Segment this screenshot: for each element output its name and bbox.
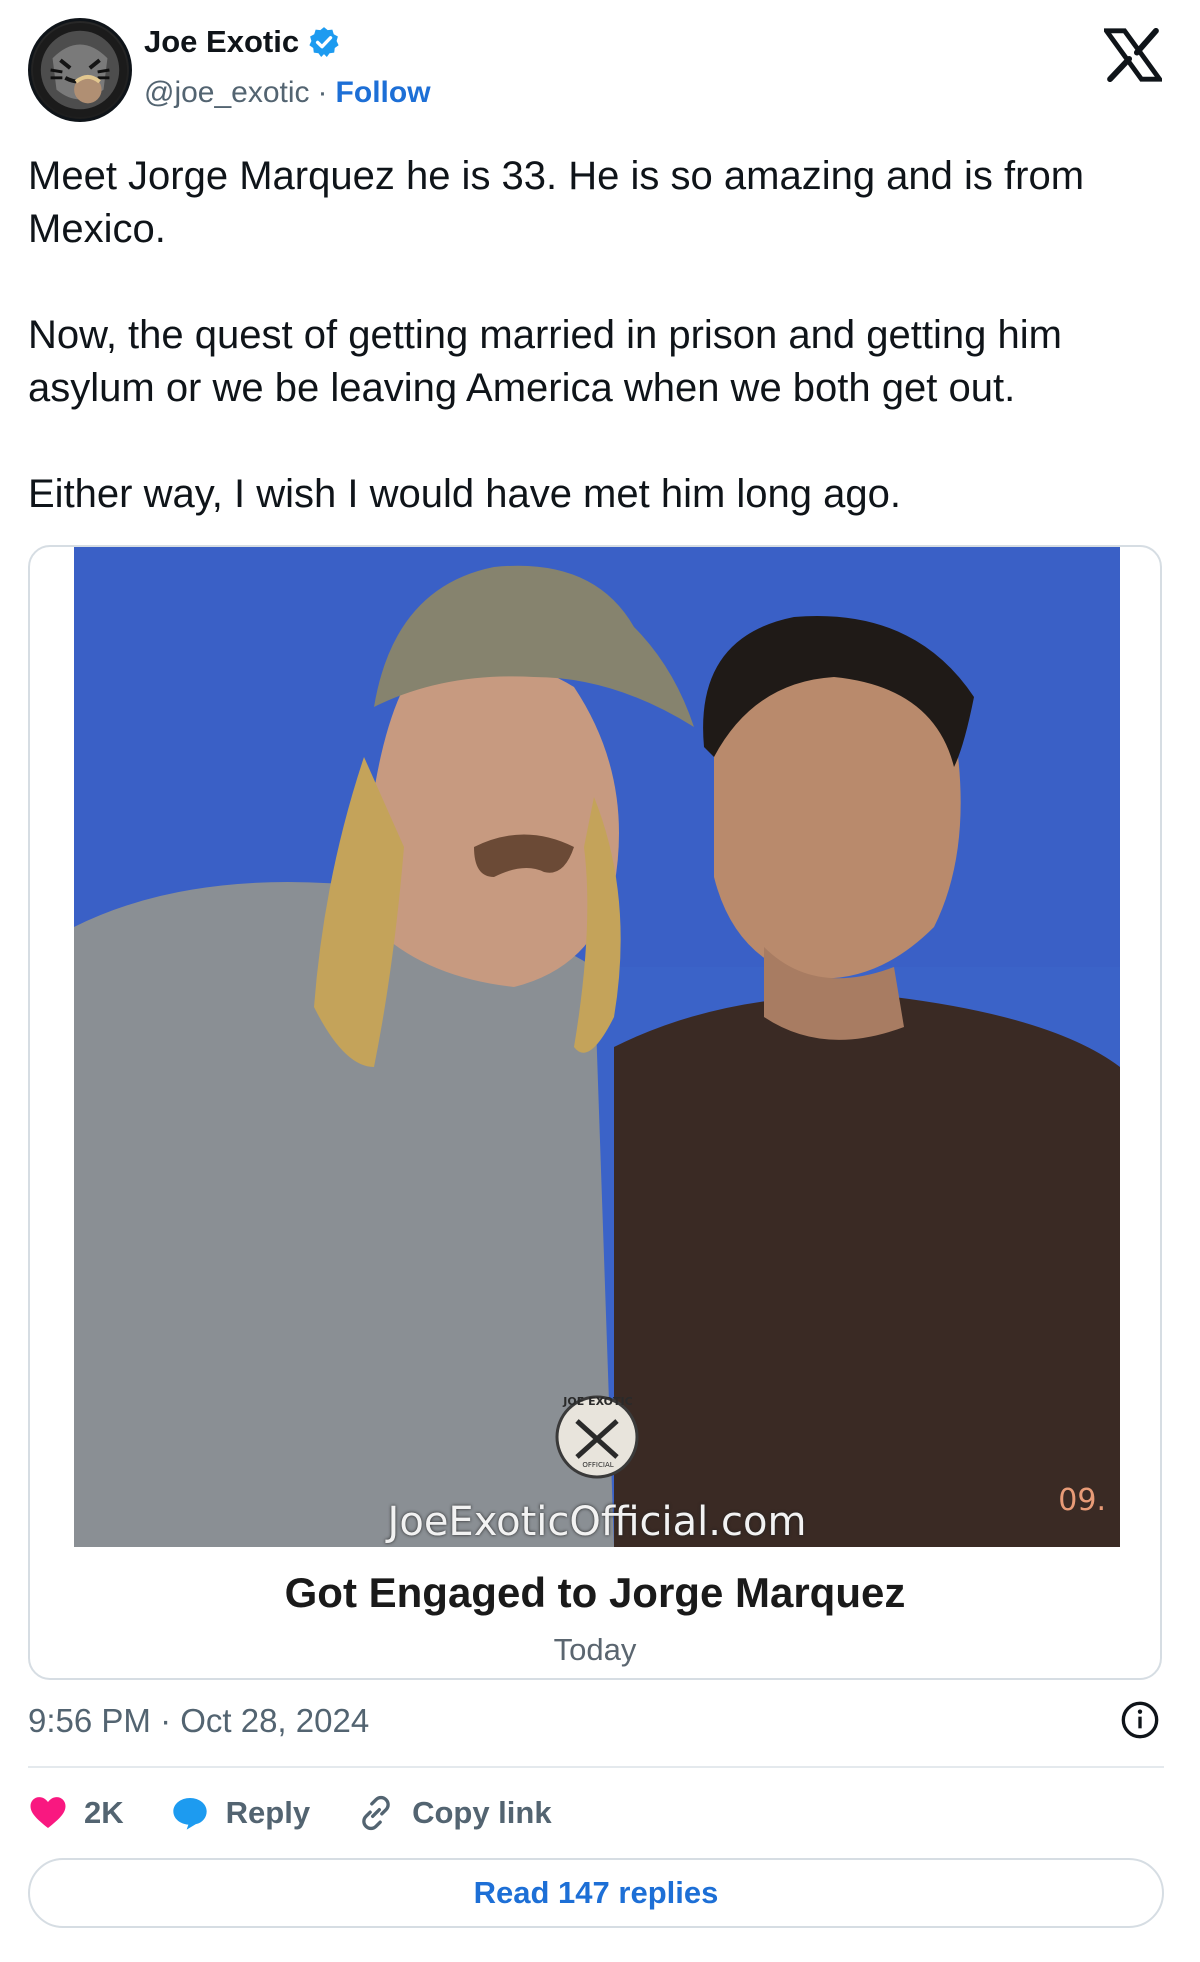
card-title[interactable]: Got Engaged to Jorge Marquez — [30, 1569, 1160, 1617]
tweet-paragraph: Meet Jorge Marquez he is 33. He is so am… — [28, 154, 1085, 251]
display-name[interactable]: Joe Exotic — [144, 24, 299, 60]
handle-separator: · — [317, 76, 328, 109]
copy-link-label: Copy link — [412, 1795, 552, 1830]
photo-seal-subtext: OFFICIAL — [582, 1461, 614, 1469]
avatar-image — [32, 22, 128, 118]
reply-bubble-icon — [172, 1798, 207, 1830]
tweet-paragraph: Either way, I wish I would have met him … — [28, 472, 902, 516]
reply-button[interactable]: Reply — [170, 1793, 310, 1833]
handle[interactable]: @joe_exotic — [144, 76, 310, 110]
info-icon[interactable] — [1120, 1700, 1160, 1740]
handle-row: @joe_exotic · Follow — [144, 76, 431, 110]
photo-watermark: JoeExoticOfficial.com — [387, 1499, 807, 1545]
follow-button[interactable]: Follow — [336, 76, 431, 110]
avatar[interactable] — [28, 18, 132, 122]
read-replies-button[interactable]: Read 147 replies — [28, 1858, 1164, 1928]
tweet-header: Joe Exotic @joe_exotic · Follow — [28, 18, 1172, 128]
like-button[interactable]: 2K — [28, 1793, 124, 1833]
copy-link-button[interactable]: Copy link — [356, 1793, 552, 1833]
verified-badge-icon — [307, 25, 341, 59]
tweet-paragraph: Now, the quest of getting married in pri… — [28, 313, 1062, 410]
x-logo-icon[interactable] — [1101, 27, 1165, 83]
tweet-text: Meet Jorge Marquez he is 33. He is so am… — [28, 150, 1168, 521]
link-card[interactable]: JOE EXOTIC OFFICIAL JoeExoticOfficial.co… — [28, 545, 1162, 1680]
card-date: Today — [553, 1632, 637, 1667]
photo-corner-stamp: 09. — [1058, 1483, 1106, 1518]
photo-seal-text: JOE EXOTIC — [563, 1395, 633, 1408]
name-row: Joe Exotic — [144, 24, 341, 60]
likes-count: 2K — [84, 1795, 124, 1830]
divider — [28, 1766, 1164, 1768]
link-icon — [362, 1795, 390, 1831]
heart-icon — [30, 1797, 66, 1828]
action-bar: 2K Reply Copy link — [28, 1785, 598, 1841]
card-photo[interactable]: JOE EXOTIC OFFICIAL JoeExoticOfficial.co… — [74, 547, 1120, 1547]
tweet-timestamp[interactable]: 9:56 PM · Oct 28, 2024 — [28, 1702, 369, 1740]
reply-label: Reply — [225, 1795, 311, 1830]
